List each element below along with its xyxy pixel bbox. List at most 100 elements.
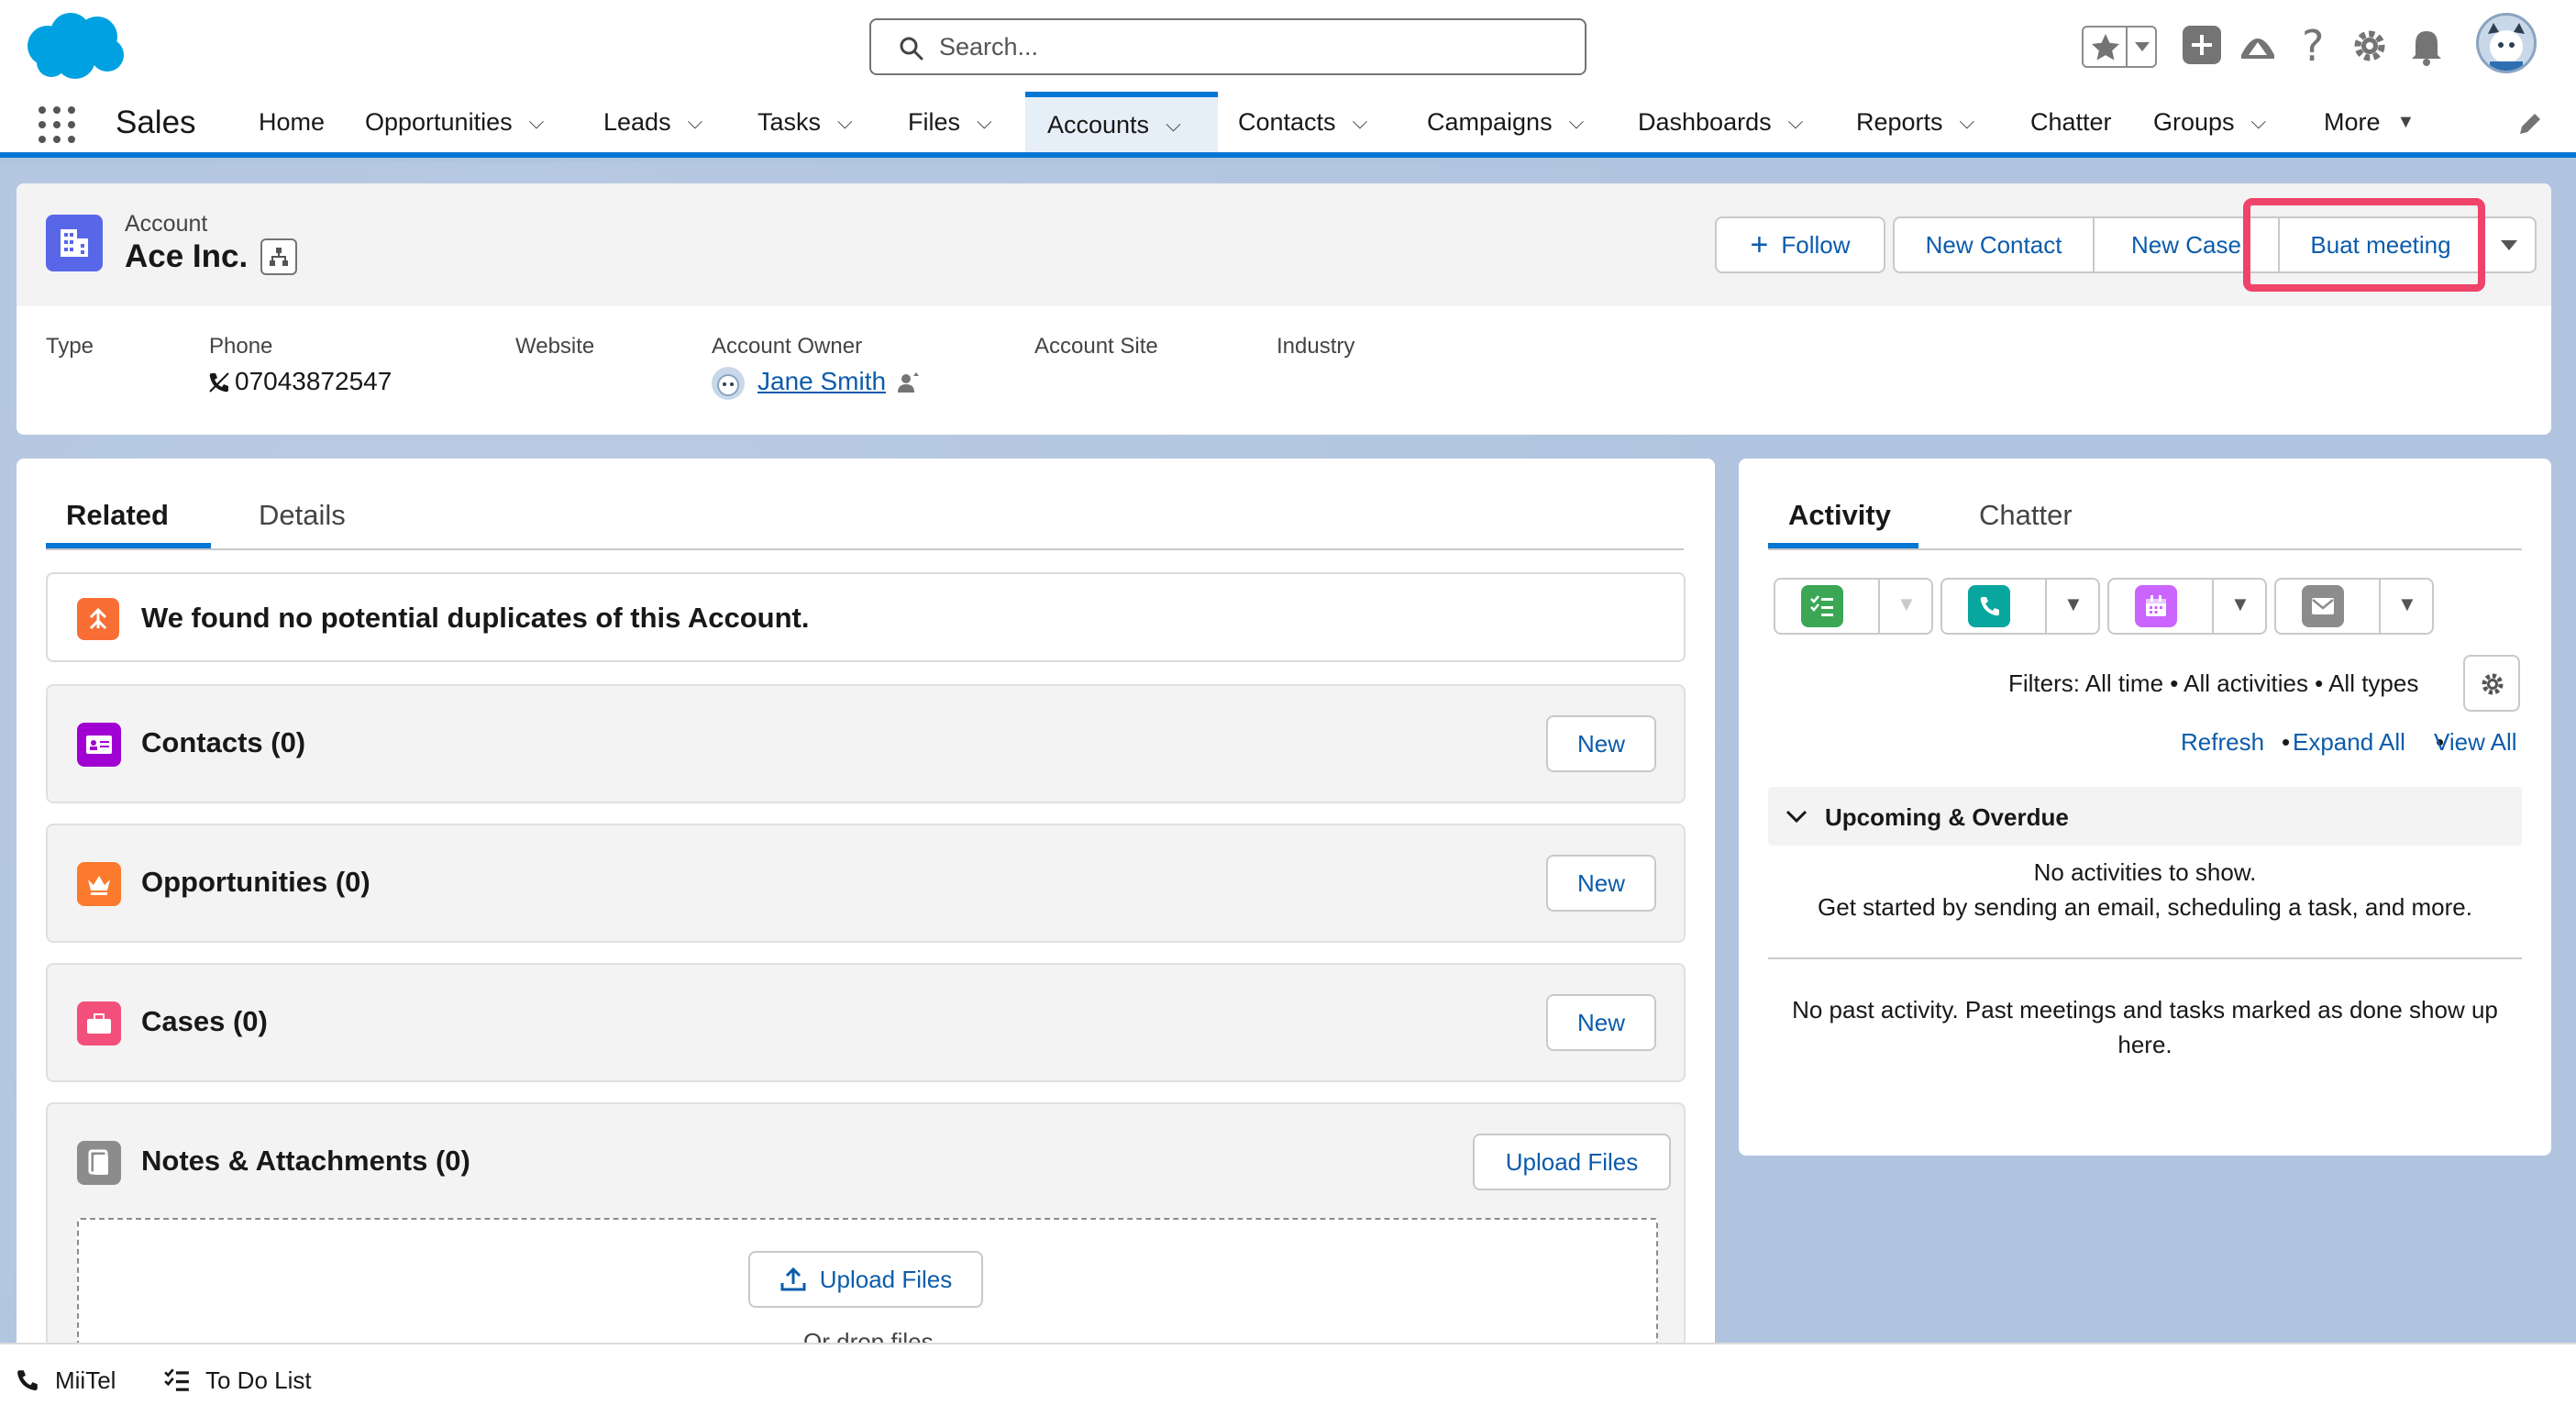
global-search-input[interactable]: Search... [869, 18, 1587, 75]
todo-list-icon [164, 1368, 189, 1391]
activity-settings-button[interactable] [2463, 655, 2520, 712]
notes-attachments-related-list: Notes & Attachments (0) Upload Files Upl… [46, 1102, 1686, 1383]
cases-related-list: Cases (0) New [46, 963, 1686, 1082]
account-owner-link[interactable]: Jane Smith [757, 367, 886, 396]
hierarchy-button[interactable] [260, 238, 297, 275]
chevron-down-icon[interactable]: ⌵ [2251, 110, 2267, 134]
nav-item-label: Dashboards [1638, 107, 1772, 136]
nav-item-label: Opportunities [365, 107, 513, 136]
nav-item-label: Home [259, 107, 326, 136]
upcoming-overdue-title: Upcoming & Overdue [1825, 803, 2069, 831]
user-avatar[interactable] [2476, 13, 2537, 73]
log-call-button[interactable]: ▼ [1940, 578, 2100, 635]
click-to-dial-icon[interactable] [207, 371, 231, 394]
chevron-down-icon[interactable]: ⌵ [688, 110, 703, 134]
nav-item-groups[interactable]: Groups ⌵ [2153, 92, 2266, 152]
nav-item-reports[interactable]: Reports ⌵ [1856, 92, 1974, 152]
account-object-icon [46, 215, 103, 271]
global-actions-button[interactable] [2183, 26, 2221, 64]
get-started-text: Get started by sending an email, schedul… [1818, 893, 2472, 921]
salesforce-logo[interactable] [20, 9, 128, 83]
search-placeholder: Search... [939, 33, 1039, 61]
no-past-activity-text: No past activity. Past meetings and task… [1792, 996, 2498, 1058]
new-contact-button[interactable]: New Contact [1893, 216, 2095, 273]
new-opportunity-button[interactable]: New [1546, 855, 1656, 912]
contacts-title[interactable]: Contacts (0) [141, 726, 305, 759]
activity-filters-text: Filters: All time • All activities • All… [2008, 669, 2419, 697]
duplicate-message: We found no potential duplicates of this… [141, 602, 810, 634]
phone-icon [17, 1370, 38, 1390]
upload-files-button[interactable]: Upload Files [1473, 1134, 1671, 1190]
new-contact-label: New Contact [1925, 230, 2062, 259]
new-event-button[interactable]: ▼ [2107, 578, 2267, 635]
tab-chatter[interactable]: Chatter [1979, 499, 2073, 532]
change-owner-icon[interactable] [895, 371, 921, 396]
new-case-list-button[interactable]: New [1546, 994, 1656, 1051]
cases-title[interactable]: Cases (0) [141, 1005, 268, 1038]
view-all-link[interactable]: View All [2434, 728, 2517, 757]
nav-item-label: Tasks [757, 107, 822, 136]
new-label: New [1576, 729, 1625, 758]
astro-avatar-icon [717, 374, 739, 396]
merge-icon [77, 598, 119, 640]
nav-item-opportunities[interactable]: Opportunities ⌵ [365, 92, 544, 152]
related-panel: Related Details We found no potential du… [17, 459, 1715, 1383]
upcoming-overdue-header[interactable]: Upcoming & Overdue [1768, 787, 2522, 846]
new-contact-list-button[interactable]: New [1546, 715, 1656, 772]
nav-item-dashboards[interactable]: Dashboards ⌵ [1638, 92, 1803, 152]
caret-down-icon[interactable]: ▼ [2063, 592, 2084, 616]
star-icon [2092, 34, 2119, 61]
caret-down-icon[interactable]: ▼ [2397, 592, 2417, 616]
gear-icon[interactable] [2351, 28, 2388, 64]
chevron-down-icon[interactable]: ⌵ [1788, 110, 1804, 134]
refresh-link[interactable]: Refresh [2181, 728, 2264, 757]
account-owner-label: Account Owner [712, 334, 863, 359]
task-icon [1801, 585, 1843, 627]
nav-item-accounts[interactable]: Accounts ⌵ [1025, 92, 1218, 152]
upload-files-inner-button[interactable]: Upload Files [748, 1251, 983, 1308]
todo-list-utility-item[interactable]: To Do List [163, 1344, 312, 1416]
tab-related[interactable]: Related [66, 499, 169, 532]
nav-item-leads[interactable]: Leads ⌵ [603, 92, 702, 152]
bell-icon[interactable] [2408, 26, 2445, 66]
phone-icon [1968, 585, 2010, 627]
favorites-button[interactable] [2082, 26, 2157, 68]
search-icon [900, 37, 923, 61]
miitel-utility-item[interactable]: MiiTel [13, 1344, 116, 1416]
tab-activity[interactable]: Activity [1788, 499, 1891, 532]
plus-icon: + [1750, 227, 1769, 262]
trailhead-icon[interactable] [2238, 28, 2278, 64]
nav-item-contacts[interactable]: Contacts ⌵ [1238, 92, 1367, 152]
chevron-down-icon[interactable]: ⌵ [529, 110, 545, 134]
nav-item-files[interactable]: Files ⌵ [908, 92, 992, 152]
expand-all-link[interactable]: Expand All [2293, 728, 2405, 757]
send-email-button[interactable]: ▼ [2274, 578, 2434, 635]
nav-item-home[interactable]: Home [259, 92, 325, 152]
chevron-down-icon[interactable]: ⌵ [837, 110, 853, 134]
chevron-down-icon[interactable]: ⌵ [1960, 110, 1975, 134]
caret-down-icon[interactable]: ▼ [1896, 592, 1917, 616]
caret-down-icon[interactable]: ▼ [2230, 592, 2250, 616]
nav-item-more[interactable]: More ▼ [2324, 92, 2415, 152]
nav-item-campaigns[interactable]: Campaigns ⌵ [1427, 92, 1584, 152]
tab-details[interactable]: Details [259, 499, 346, 532]
nav-item-tasks[interactable]: Tasks ⌵ [757, 92, 853, 152]
more-actions-button[interactable] [2482, 216, 2537, 273]
caret-down-icon[interactable]: ▼ [2397, 112, 2416, 133]
upload-files-label: Upload Files [1505, 1147, 1639, 1176]
chevron-down-icon[interactable]: ⌵ [1353, 110, 1368, 134]
new-task-button[interactable]: ▼ [1774, 578, 1933, 635]
chevron-down-icon[interactable]: ⌵ [1569, 110, 1585, 134]
chevron-down-icon[interactable]: ⌵ [977, 110, 992, 134]
chevron-down-icon[interactable]: ⌵ [1166, 113, 1181, 137]
app-launcher-icon[interactable] [37, 105, 77, 145]
utility-bar: MiiTel To Do List [0, 1343, 2576, 1416]
follow-button[interactable]: + Follow [1715, 216, 1885, 273]
calendar-icon [2135, 585, 2177, 627]
nav-item-chatter[interactable]: Chatter [2030, 92, 2112, 152]
opportunities-title[interactable]: Opportunities (0) [141, 866, 370, 899]
phone-value[interactable]: 07043872547 [235, 367, 392, 396]
help-icon[interactable]: ? [2294, 24, 2331, 68]
edit-nav-pencil-icon[interactable] [2516, 110, 2544, 138]
notes-title[interactable]: Notes & Attachments (0) [141, 1145, 470, 1178]
